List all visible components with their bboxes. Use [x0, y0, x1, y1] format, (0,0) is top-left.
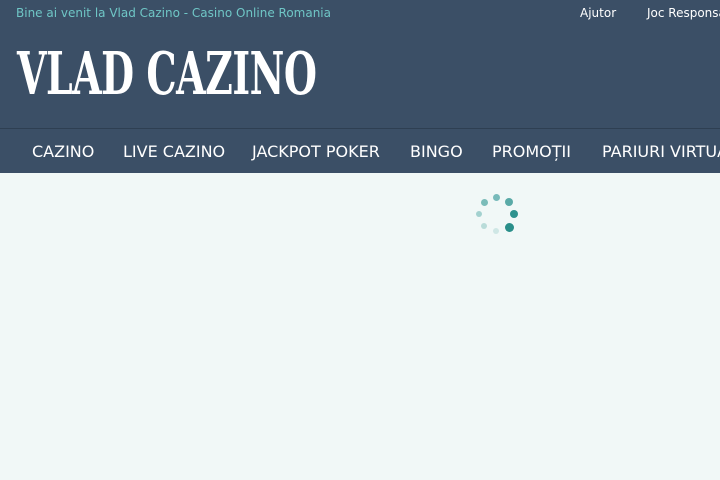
- spinner-dot: [481, 199, 488, 206]
- loading-spinner-icon: [473, 191, 521, 239]
- main-content: [0, 173, 720, 480]
- spinner-dot: [493, 194, 500, 201]
- spinner-dot: [510, 210, 518, 218]
- nav-bingo[interactable]: BINGO: [410, 142, 463, 161]
- spinner-dot: [481, 223, 487, 229]
- nav-live-cazino[interactable]: LIVE CAZINO: [123, 142, 225, 161]
- nav-jackpot-poker[interactable]: JACKPOT POKER: [252, 142, 380, 161]
- spinner-dot: [505, 198, 513, 206]
- spinner-dot: [493, 228, 499, 234]
- vlad-cazino-logo[interactable]: VLAD CAZINO: [17, 38, 317, 108]
- nav-promotii[interactable]: PROMOȚII: [492, 142, 571, 161]
- spinner-dot: [476, 211, 482, 217]
- main-nav: CAZINO LIVE CAZINO JACKPOT POKER BINGO P…: [0, 128, 720, 173]
- site-header: Bine ai venit la Vlad Cazino - Casino On…: [0, 0, 720, 128]
- welcome-text: Bine ai venit la Vlad Cazino - Casino On…: [16, 6, 331, 20]
- responsible-gaming-link[interactable]: Joc Responsabil: [647, 6, 720, 20]
- nav-cazino[interactable]: CAZINO: [32, 142, 94, 161]
- nav-pariuri-virtuale[interactable]: PARIURI VIRTUALE: [602, 142, 720, 161]
- help-link[interactable]: Ajutor: [580, 6, 616, 20]
- spinner-dot: [505, 223, 514, 232]
